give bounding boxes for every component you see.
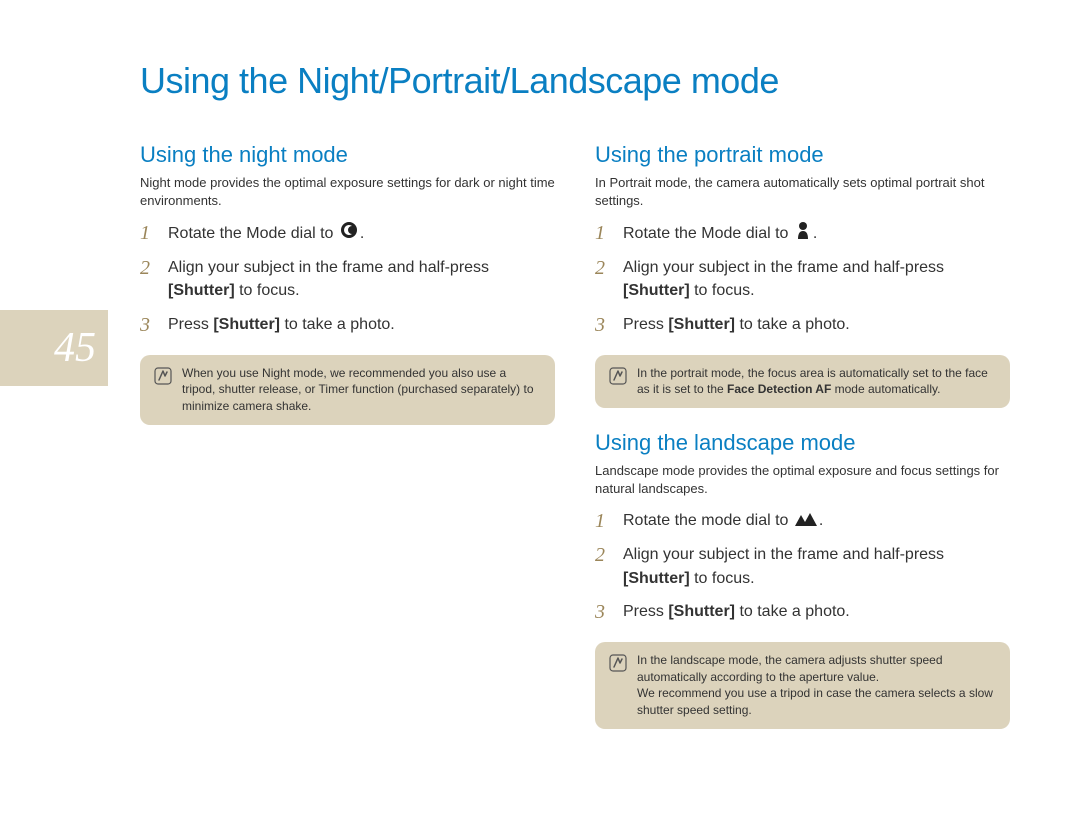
step-text: Rotate the mode dial to . [623,509,823,532]
landscape-step-2: 2 Align your subject in the frame and ha… [595,543,1010,589]
note-icon [154,367,172,385]
step-text: Press [Shutter] to take a photo. [623,313,850,336]
landscape-heading: Using the landscape mode [595,430,1010,456]
step-text: Align your subject in the frame and half… [623,256,1010,302]
night-step-1: 1 Rotate the Mode dial to . [140,221,555,246]
step-text: Rotate the Mode dial to . [168,221,364,246]
step-text: Press [Shutter] to take a photo. [623,600,850,623]
step-number: 2 [595,256,611,280]
portrait-heading: Using the portrait mode [595,142,1010,168]
step-number: 3 [140,313,156,337]
night-note: When you use Night mode, we recommended … [140,355,555,425]
step-text: Align your subject in the frame and half… [623,543,1010,589]
portrait-note: In the portrait mode, the focus area is … [595,355,1010,409]
note-icon [609,367,627,385]
landscape-note: In the landscape mode, the camera adjust… [595,642,1010,729]
landscape-mode-section: Using the landscape mode Landscape mode … [595,430,1010,729]
two-column-layout: Using the night mode Night mode provides… [140,142,1010,751]
night-step-3: 3 Press [Shutter] to take a photo. [140,313,555,337]
page-title: Using the Night/Portrait/Landscape mode [140,60,1010,102]
portrait-step-3: 3 Press [Shutter] to take a photo. [595,313,1010,337]
portrait-intro: In Portrait mode, the camera automatical… [595,174,1010,209]
step-number: 2 [140,256,156,280]
note-text: When you use Night mode, we recommended … [182,365,541,415]
portrait-steps: 1 Rotate the Mode dial to . 2 Align your… [595,221,1010,337]
left-column: Using the night mode Night mode provides… [140,142,555,751]
step-number: 1 [140,221,156,245]
night-step-2: 2 Align your subject in the frame and ha… [140,256,555,302]
night-icon [340,221,358,246]
portrait-icon [795,221,811,246]
note-text: In the portrait mode, the focus area is … [637,365,996,399]
step-number: 1 [595,221,611,245]
step-text: Press [Shutter] to take a photo. [168,313,395,336]
portrait-step-1: 1 Rotate the Mode dial to . [595,221,1010,246]
night-mode-section: Using the night mode Night mode provides… [140,142,555,425]
landscape-step-3: 3 Press [Shutter] to take a photo. [595,600,1010,624]
step-number: 3 [595,313,611,337]
landscape-step-1: 1 Rotate the mode dial to . [595,509,1010,533]
night-heading: Using the night mode [140,142,555,168]
portrait-step-2: 2 Align your subject in the frame and ha… [595,256,1010,302]
step-number: 3 [595,600,611,624]
landscape-steps: 1 Rotate the mode dial to . 2 Align your… [595,509,1010,623]
step-text: Align your subject in the frame and half… [168,256,555,302]
right-column: Using the portrait mode In Portrait mode… [595,142,1010,751]
step-text: Rotate the Mode dial to . [623,221,817,246]
step-number: 1 [595,509,611,533]
night-steps: 1 Rotate the Mode dial to . 2 Align your… [140,221,555,337]
note-text: In the landscape mode, the camera adjust… [637,652,996,719]
night-intro: Night mode provides the optimal exposure… [140,174,555,209]
note-icon [609,654,627,672]
landscape-icon [795,510,817,533]
portrait-mode-section: Using the portrait mode In Portrait mode… [595,142,1010,408]
step-number: 2 [595,543,611,567]
page-content: Using the Night/Portrait/Landscape mode … [0,0,1080,791]
landscape-intro: Landscape mode provides the optimal expo… [595,462,1010,497]
